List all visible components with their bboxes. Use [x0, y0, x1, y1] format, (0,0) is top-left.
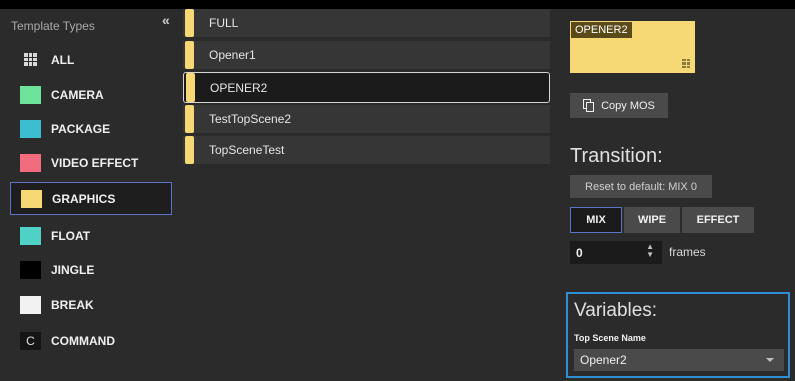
template-color-bar [185, 105, 194, 133]
type-item-label: ALL [51, 52, 75, 67]
command-icon: C [20, 331, 41, 350]
variables-section: Variables: Top Scene Name Opener2 [566, 292, 790, 378]
variables-heading: Variables: [574, 300, 658, 321]
camera-color-swatch [20, 85, 41, 104]
template-color-bar [186, 73, 195, 102]
template-item-label: OPENER2 [210, 80, 268, 95]
template-color-bar [185, 9, 194, 37]
template-details-panel: OPENER2 Copy MOS Transition: Reset to de… [556, 9, 795, 381]
type-item-package[interactable]: PACKAGE [10, 112, 172, 145]
template-item-full[interactable]: FULL [183, 9, 550, 37]
type-item-label: CAMERA [51, 87, 104, 102]
type-item-video-effect[interactable]: VIDEO EFFECT [10, 146, 172, 179]
package-color-swatch [20, 119, 41, 138]
type-item-label: COMMAND [51, 333, 115, 348]
variable-name-label: Top Scene Name [574, 333, 646, 343]
template-item-opener2[interactable]: OPENER2 [183, 72, 550, 103]
break-color-swatch [20, 295, 41, 314]
stepper-arrows-icon[interactable]: ▲ ▼ [646, 243, 654, 259]
graphics-color-swatch [21, 189, 42, 208]
template-item-opener1[interactable]: Opener1 [183, 41, 550, 69]
type-item-label: BREAK [51, 297, 94, 312]
template-types-sidebar: Template Types « ALL CAMERA PACKAGE VIDE… [0, 9, 175, 381]
template-item-testtopscene2[interactable]: TestTopScene2 [183, 105, 550, 133]
collapse-sidebar-icon[interactable]: « [162, 12, 170, 28]
transition-wipe-button[interactable]: WIPE [624, 207, 680, 233]
copy-icon [583, 99, 595, 112]
float-color-swatch [20, 226, 41, 245]
template-item-topscenetest[interactable]: TopSceneTest [183, 136, 550, 164]
grid-icon [24, 53, 37, 66]
frames-value: 0 [576, 245, 583, 260]
template-item-label: TopSceneTest [209, 143, 285, 157]
frames-stepper[interactable]: 0 ▲ ▼ [570, 241, 662, 264]
type-item-label: VIDEO EFFECT [51, 155, 139, 170]
jingle-color-swatch [20, 260, 41, 279]
copy-mos-button[interactable]: Copy MOS [570, 93, 668, 118]
top-scene-name-select[interactable]: Opener2 [574, 349, 784, 371]
template-color-bar [185, 41, 194, 69]
template-list: FULL Opener1 OPENER2 TestTopScene2 TopSc… [175, 9, 556, 381]
type-item-label: PACKAGE [51, 121, 111, 136]
top-strip [0, 0, 795, 9]
chevron-down-icon [766, 358, 774, 362]
video-effect-color-swatch [20, 153, 41, 172]
type-item-graphics[interactable]: GRAPHICS [10, 182, 172, 215]
preview-label: OPENER2 [571, 22, 632, 38]
template-item-label: FULL [209, 16, 239, 30]
template-color-bar [185, 136, 194, 164]
transition-heading: Transition: [570, 145, 663, 167]
type-item-all[interactable]: ALL [10, 43, 172, 76]
copy-mos-label: Copy MOS [601, 99, 655, 112]
type-item-break[interactable]: BREAK [10, 288, 172, 321]
template-item-label: TestTopScene2 [209, 112, 292, 126]
drag-handle-icon[interactable] [682, 59, 690, 68]
type-item-label: JINGLE [51, 262, 95, 277]
selected-value: Opener2 [580, 353, 627, 367]
type-item-label: GRAPHICS [52, 191, 116, 206]
transition-mix-button[interactable]: MIX [570, 207, 622, 233]
type-item-float[interactable]: FLOAT [10, 219, 172, 252]
transition-effect-button[interactable]: EFFECT [682, 207, 754, 233]
type-item-command[interactable]: C COMMAND [10, 324, 172, 357]
template-item-label: Opener1 [209, 48, 256, 62]
template-preview: OPENER2 [570, 21, 695, 73]
type-item-label: FLOAT [51, 228, 91, 243]
reset-transition-button[interactable]: Reset to default: MIX 0 [570, 175, 712, 198]
type-item-camera[interactable]: CAMERA [10, 78, 172, 111]
frames-label: frames [669, 245, 706, 259]
type-item-jingle[interactable]: JINGLE [10, 253, 172, 286]
sidebar-title: Template Types [11, 19, 95, 33]
